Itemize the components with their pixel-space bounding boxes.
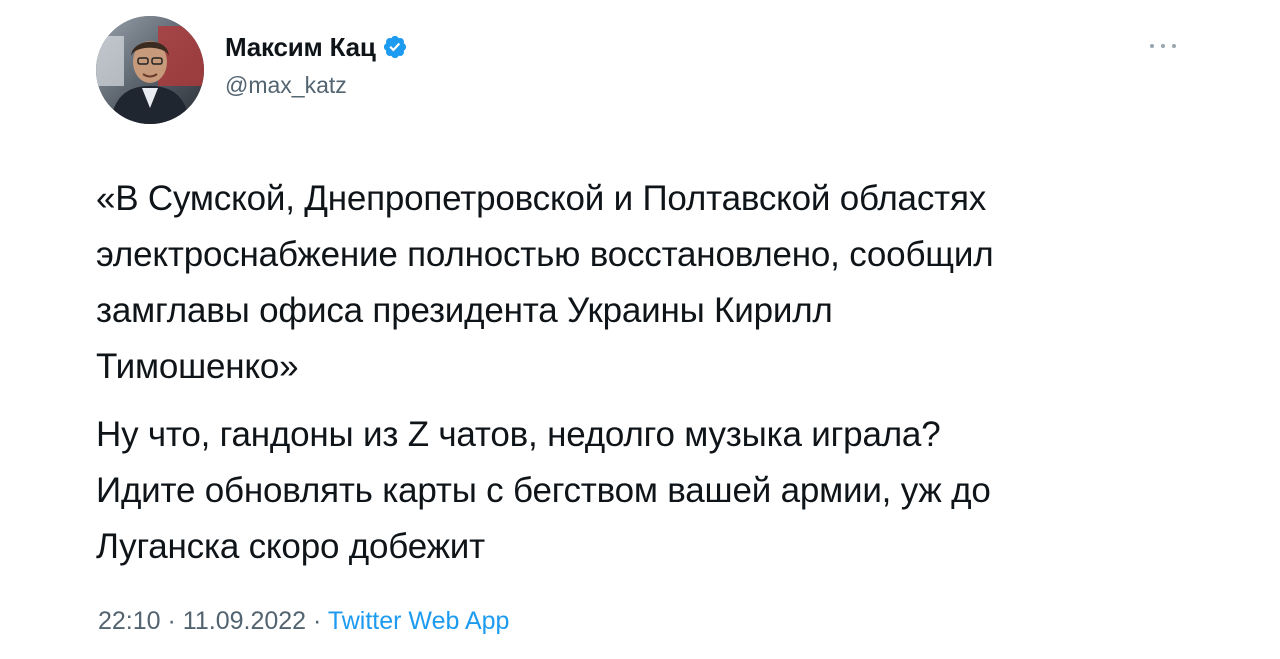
dot — [1172, 44, 1176, 48]
profile-photo — [96, 16, 204, 124]
tweet-source-link[interactable]: Twitter Web App — [328, 607, 510, 635]
handle[interactable]: @max_katz — [225, 72, 408, 99]
tweet-date[interactable]: 11.09.2022 — [183, 607, 306, 635]
tweet-meta: 22:10 · 11.09.2022 · Twitter Web App — [98, 607, 509, 636]
tweet-time[interactable]: 22:10 — [98, 607, 161, 635]
tweet-text: «В Сумской, Днепропетровской и Полтавско… — [96, 171, 1206, 575]
verified-badge-icon — [382, 34, 408, 60]
tweet: Максим Кац @max_katz «В Сумской, Днепроп… — [0, 0, 1280, 659]
tweet-paragraph: Ну что, гандоны из Z чатов, недолго музы… — [96, 415, 991, 566]
separator: · — [167, 607, 176, 635]
name-row: Максим Кац — [225, 30, 408, 64]
dot — [1150, 44, 1154, 48]
author-block: Максим Кац @max_katz — [225, 30, 408, 99]
tweet-paragraph: «В Сумской, Днепропетровской и Полтавско… — [96, 179, 994, 386]
more-horizontal-icon[interactable] — [1150, 34, 1176, 58]
avatar[interactable] — [96, 16, 204, 124]
separator: · — [313, 607, 322, 635]
display-name[interactable]: Максим Кац — [225, 32, 376, 63]
dot — [1161, 44, 1165, 48]
